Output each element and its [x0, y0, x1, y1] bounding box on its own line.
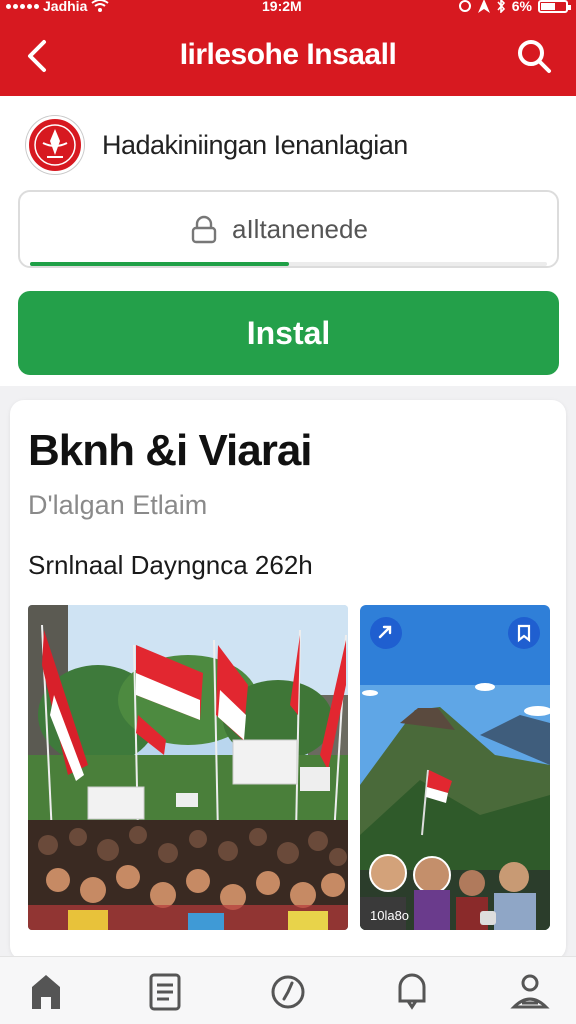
tab-documents[interactable] [143, 969, 187, 1013]
lock-icon [191, 215, 217, 244]
alarm-icon [458, 0, 471, 12]
emblem-logo [26, 116, 84, 174]
home-icon [32, 975, 60, 1009]
signal-icon [6, 3, 39, 9]
status-time: 19:2M [262, 0, 302, 14]
package-field-value: aIltanenede [232, 214, 368, 244]
main-content: Hadakiniingan Ienanlagian aIltanenede In… [0, 96, 576, 960]
publisher-row: Hadakiniingan Ienanlagian [26, 116, 408, 174]
card-section-title: Srnlnaal Dayngnca 262h [28, 550, 313, 580]
search-button[interactable] [514, 36, 554, 76]
profile-icon [510, 974, 550, 1009]
download-progress-fill [30, 262, 289, 266]
document-icon [149, 973, 181, 1011]
news-card[interactable]: Bknh &i Viarai D'lalgan Etlaim Srnlnaal … [10, 400, 566, 960]
battery-icon [538, 0, 571, 13]
battery-percent: 6% [511, 0, 532, 14]
download-progress [30, 262, 547, 266]
tab-home[interactable] [24, 969, 68, 1013]
tab-history[interactable] [266, 969, 310, 1013]
rally-crowd-flags-photo[interactable] [28, 605, 348, 930]
bottom-tab-bar [0, 956, 576, 1024]
page-title: Iirlesohe Insaall [179, 38, 397, 71]
app-bar: Iirlesohe Insaall [0, 16, 576, 96]
status-bar: Jadhia 19:2M 6% [0, 0, 576, 16]
card-title: Bknh &i Viarai [28, 426, 313, 475]
card-area: Bknh &i Viarai D'lalgan Etlaim Srnlnaal … [0, 386, 576, 960]
tab-profile[interactable] [508, 969, 552, 1013]
bookmark-icon[interactable] [508, 617, 540, 649]
wifi-icon [91, 0, 109, 12]
status-right: 6% [458, 0, 571, 14]
tab-notifications[interactable] [390, 969, 434, 1013]
carrier-label: Jadhia [43, 0, 88, 14]
status-left: Jadhia [6, 0, 109, 14]
card-subtitle: D'lalgan Etlaim [28, 490, 208, 520]
location-icon [477, 0, 490, 13]
mountain-flag-people-photo[interactable]: 10la8o [360, 605, 550, 930]
bell-icon [398, 973, 426, 1010]
search-icon [518, 40, 551, 73]
bluetooth-icon [497, 0, 505, 13]
clock-icon [271, 975, 305, 1009]
install-button[interactable]: Instal [18, 291, 559, 375]
package-field[interactable]: aIltanenede [18, 190, 559, 268]
publisher-name: Hadakiniingan Ienanlagian [102, 129, 408, 160]
share-icon[interactable] [370, 617, 402, 649]
photo-overlay-caption: 10la8o [370, 908, 410, 923]
